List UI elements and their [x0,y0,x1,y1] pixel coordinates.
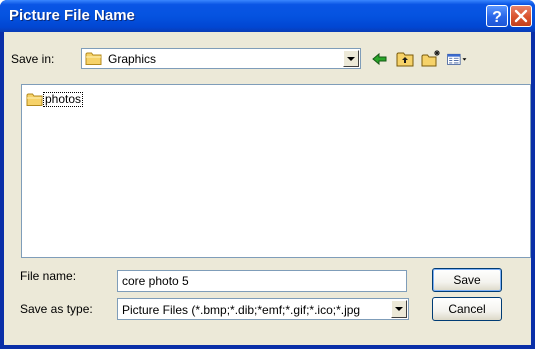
cancel-button[interactable]: Cancel [432,297,502,321]
chevron-down-icon[interactable] [343,50,359,67]
up-one-level-button[interactable] [394,49,416,69]
file-name-label: File name: [20,269,77,283]
save-in-value: Graphics [108,52,157,66]
title-bar[interactable]: Picture File Name ? [0,0,535,32]
save-in-label: Save in: [11,52,55,66]
views-menu-icon [447,53,467,65]
folder-icon [85,52,102,65]
close-button[interactable] [510,5,532,27]
window-title: Picture File Name [9,7,135,24]
dialog-window: Picture File Name ? Save in: Graphics ph… [0,0,535,349]
new-folder-button[interactable] [420,49,442,69]
file-name-input[interactable] [117,270,407,292]
file-list[interactable]: photos [21,84,531,258]
help-button[interactable]: ? [486,5,508,27]
dialog-body: Save in: Graphics photos File name: core… [4,32,531,345]
help-icon: ? [492,9,502,26]
svg-text:?: ? [492,9,502,26]
list-item-label: photos [42,92,84,107]
save-as-type-dropdown[interactable]: Picture Files (*.bmp;*.dib;*emf;*.gif;*.… [117,298,409,320]
save-as-type-label: Save as type: [20,302,93,316]
back-button[interactable] [369,49,391,69]
new-folder-icon [421,50,440,67]
chevron-down-icon[interactable] [391,300,407,318]
save-button[interactable]: Save [432,268,502,292]
close-icon [514,9,528,23]
list-item-photos[interactable]: photos [26,92,98,108]
back-arrow-icon [372,52,387,66]
save-in-dropdown[interactable]: Graphics [81,48,361,69]
save-as-type-value: Picture Files (*.bmp;*.dib;*emf;*.gif;*.… [122,303,361,317]
views-menu-button[interactable] [446,49,474,69]
up-one-level-icon [396,52,414,67]
folder-icon [26,93,43,106]
